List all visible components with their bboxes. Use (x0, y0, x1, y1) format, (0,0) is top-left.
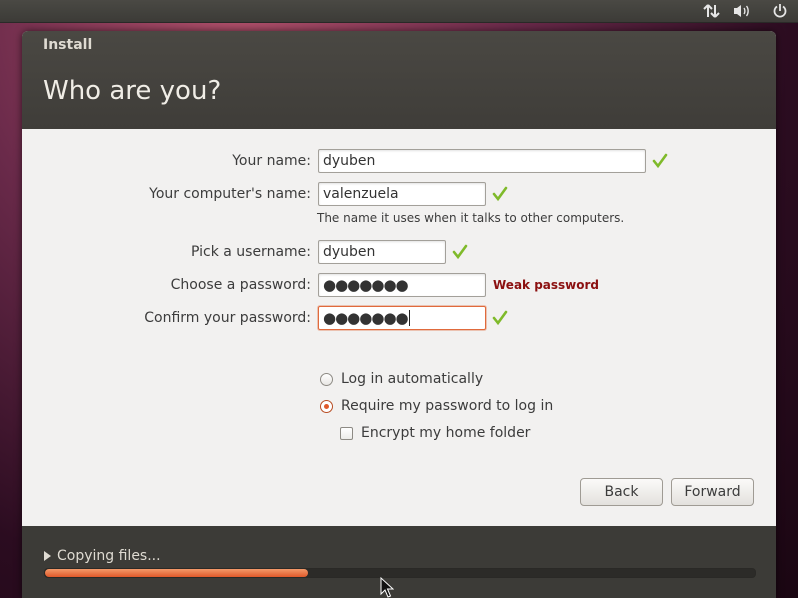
login-automatically-label[interactable]: Log in automatically (341, 371, 483, 387)
computer-name-hint: The name it uses when it talks to other … (317, 211, 625, 225)
login-automatically-radio[interactable] (320, 373, 333, 386)
confirm-password-value: ●●●●●●● (323, 309, 409, 327)
volume-icon[interactable] (730, 0, 754, 22)
progress-footer: Copying files... (22, 526, 776, 598)
password-strength-label: Weak password (493, 278, 600, 292)
window-header: Install Who are you? (22, 31, 776, 129)
username-label: Pick a username: (190, 244, 311, 260)
require-password-label[interactable]: Require my password to log in (341, 398, 553, 414)
computer-name-value: valenzuela (323, 186, 399, 202)
username-value: dyuben (323, 244, 376, 260)
form-area: Your name: dyuben Your computer's name: … (22, 129, 776, 526)
name-value: dyuben (323, 153, 376, 169)
username-field[interactable]: dyuben (318, 240, 446, 264)
confirm-valid-checkmark-icon (492, 310, 508, 326)
computer-name-label: Your computer's name: (149, 186, 311, 202)
name-valid-checkmark-icon (652, 153, 668, 169)
require-password-radio[interactable] (320, 400, 333, 413)
progress-bar (44, 568, 756, 578)
encrypt-home-label[interactable]: Encrypt my home folder (361, 425, 530, 441)
expander-triangle-icon (44, 551, 51, 561)
computer-name-field[interactable]: valenzuela (318, 182, 486, 206)
window-title: Install (43, 37, 93, 53)
mouse-pointer-icon (380, 577, 394, 598)
password-label: Choose a password: (170, 277, 311, 293)
username-valid-checkmark-icon (452, 244, 468, 260)
text-caret (408, 310, 410, 326)
back-button[interactable]: Back (580, 478, 663, 506)
confirm-password-field[interactable]: ●●●●●●● (318, 306, 486, 330)
status-text: Copying files... (57, 548, 161, 564)
status-expander[interactable]: Copying files... (44, 548, 161, 564)
progress-fill (45, 569, 308, 577)
power-icon[interactable] (768, 0, 792, 22)
page-title: Who are you? (43, 76, 222, 106)
encrypt-home-checkbox[interactable] (340, 427, 353, 440)
network-transfer-icon[interactable] (700, 0, 724, 22)
name-field[interactable]: dyuben (318, 149, 646, 173)
computer-name-valid-checkmark-icon (492, 186, 508, 202)
forward-button[interactable]: Forward (671, 478, 754, 506)
installer-window: Install Who are you? Your name: dyuben Y… (22, 31, 776, 598)
confirm-password-label: Confirm your password: (144, 310, 311, 326)
password-field[interactable]: ●●●●●●● (318, 273, 486, 297)
password-value: ●●●●●●● (323, 276, 409, 294)
name-label: Your name: (232, 153, 311, 169)
top-panel (0, 0, 798, 23)
